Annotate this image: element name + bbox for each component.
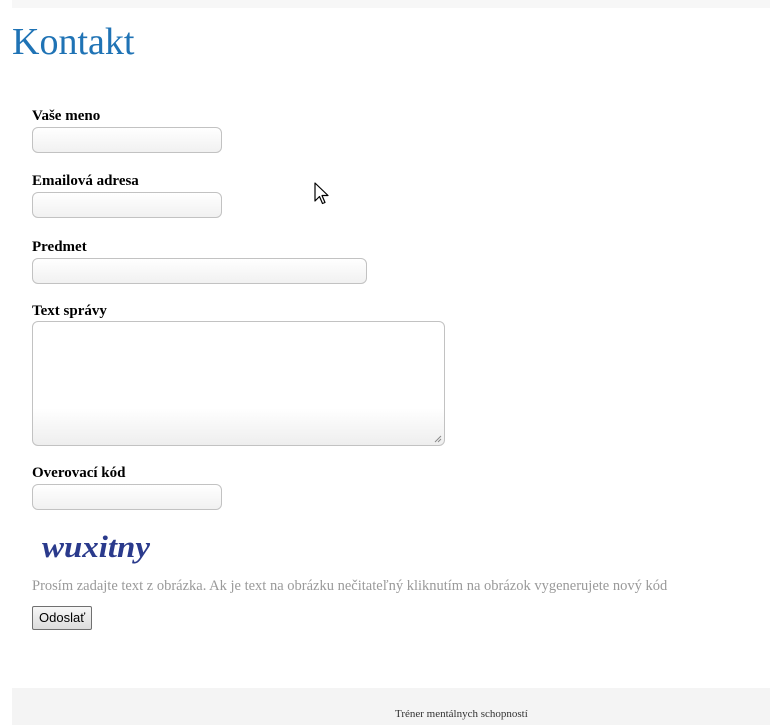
resize-grip-icon[interactable]: [434, 435, 442, 443]
name-label: Vaše meno: [32, 108, 101, 124]
captcha-label: Overovací kód: [32, 465, 126, 481]
subject-input[interactable]: [32, 258, 367, 284]
captcha-image-text: wuxitny: [42, 529, 150, 564]
page-title: Kontakt: [12, 21, 135, 63]
name-input[interactable]: [32, 127, 222, 153]
subject-label: Predmet: [32, 239, 87, 255]
captcha-hint: Prosím zadajte text z obrázka. Ak je tex…: [32, 578, 668, 594]
top-bar: [12, 0, 770, 8]
footer-text: Tréner mentálnych schopností: [395, 708, 528, 720]
email-input[interactable]: [32, 192, 222, 218]
captcha-input[interactable]: [32, 484, 222, 510]
message-label: Text správy: [32, 303, 107, 319]
submit-button[interactable]: Odoslať: [32, 606, 93, 630]
email-label: Emailová adresa: [32, 173, 139, 189]
message-textarea[interactable]: [32, 321, 445, 446]
footer: [12, 688, 770, 725]
mouse-cursor-icon: [314, 182, 329, 205]
captcha-image[interactable]: wuxitny: [42, 528, 154, 566]
